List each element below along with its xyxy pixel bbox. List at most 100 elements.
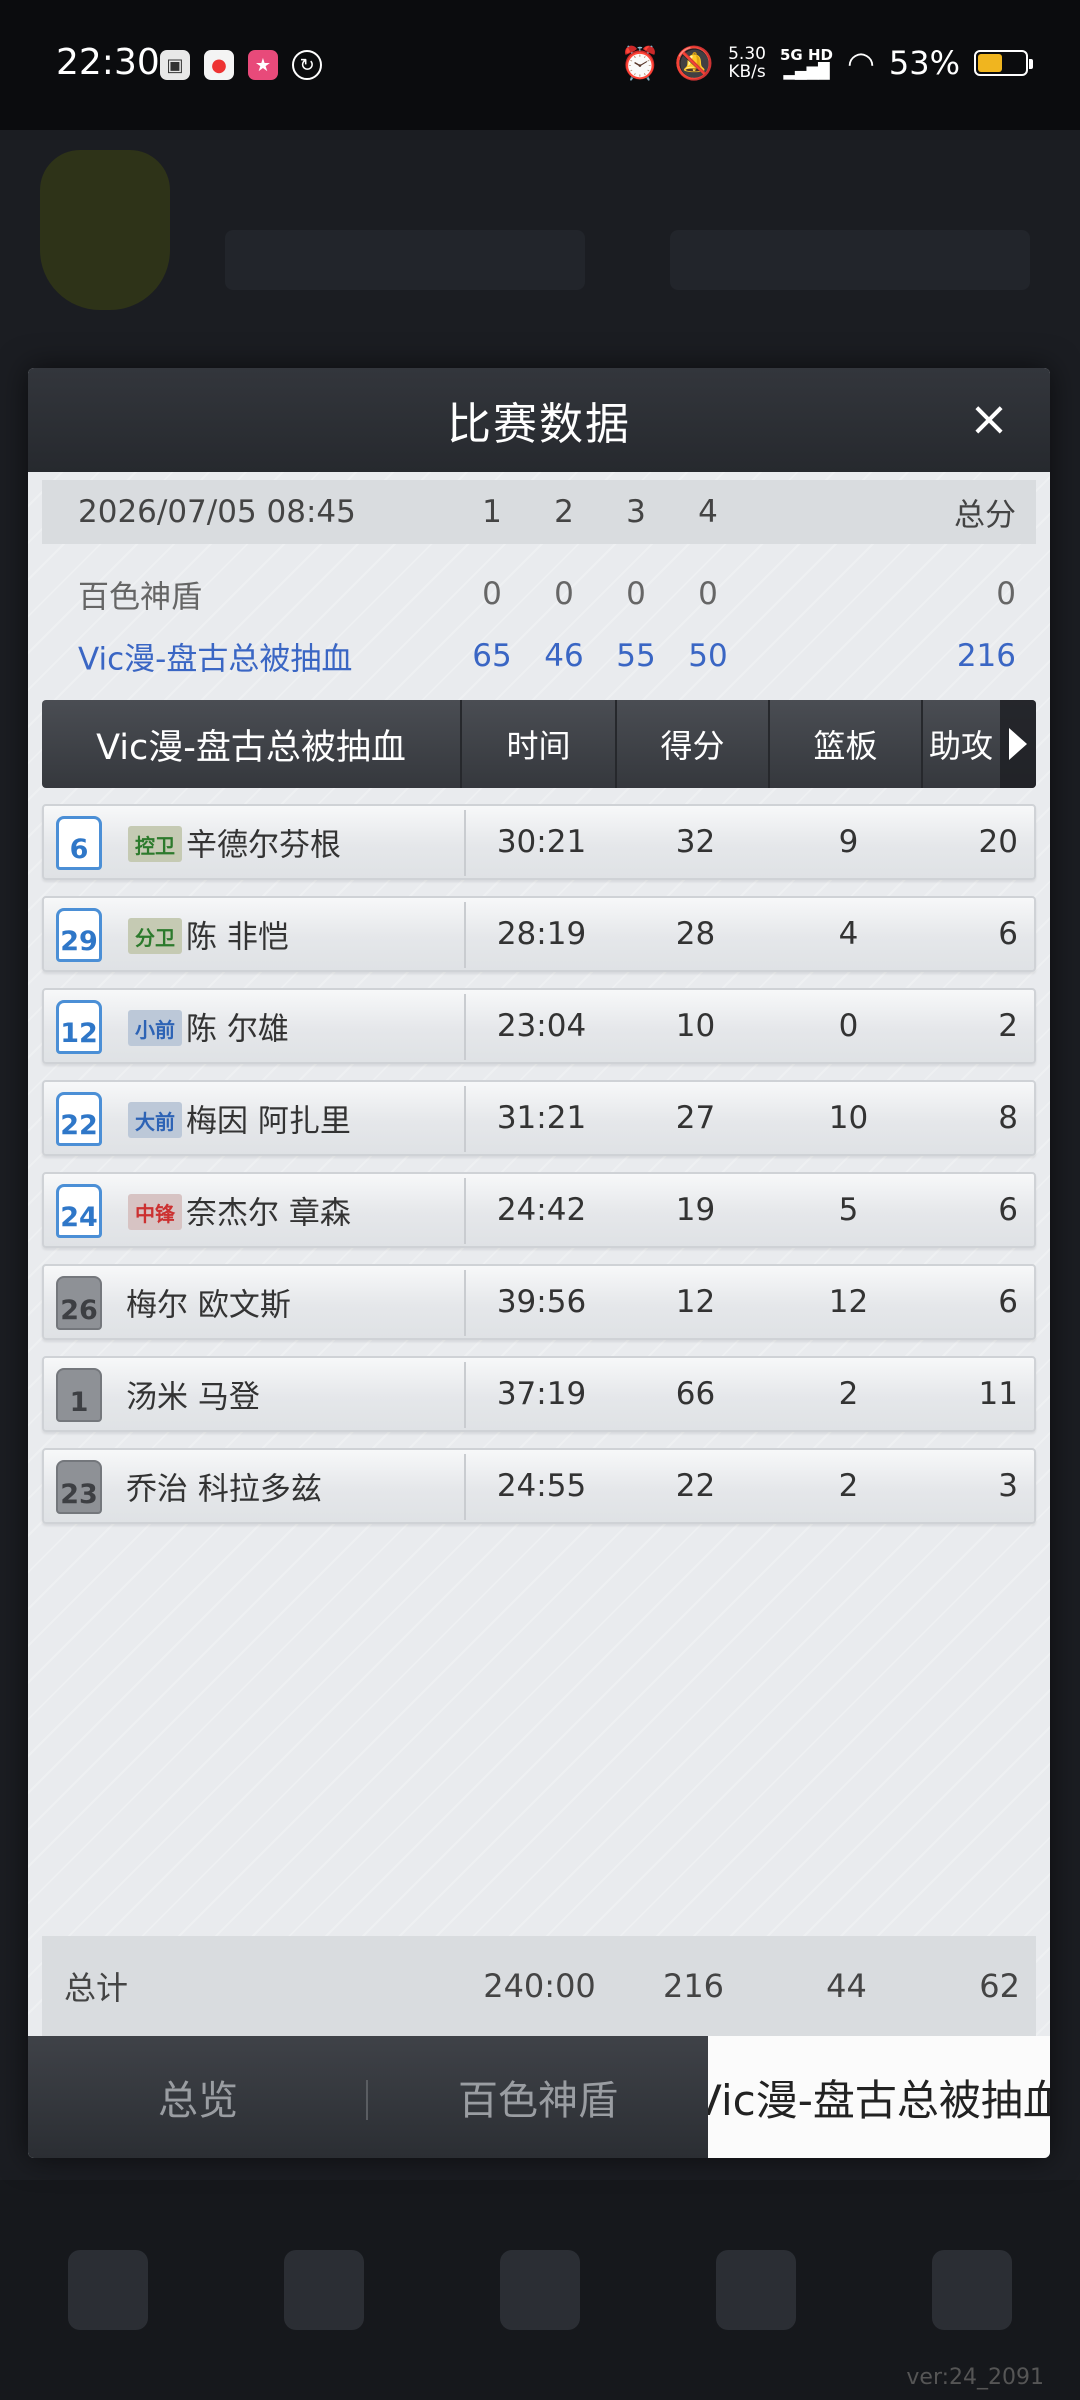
position-badge: 中锋 xyxy=(128,1194,182,1230)
player-points: 22 xyxy=(675,1468,716,1504)
player-row[interactable]: 24 中锋 奈杰尔 章森 24:42 19 5 6 xyxy=(42,1172,1036,1248)
player-rebounds: 9 xyxy=(838,824,859,860)
player-assists: 6 xyxy=(998,916,1018,952)
table-team-name: Vic漫-盘古总被抽血 xyxy=(42,700,462,788)
player-row[interactable]: 29 分卫陈 非恺 28:19 28 4 6 xyxy=(42,896,1036,972)
position-badge: 小前 xyxy=(128,1010,182,1046)
player-points: 19 xyxy=(675,1192,716,1228)
modal-title: 比赛数据 xyxy=(447,399,631,450)
modal-header: 比赛数据 × xyxy=(28,368,1050,472)
player-name: 梅尔 欧文斯 xyxy=(126,1287,291,1324)
player-time: 24:42 xyxy=(496,1192,587,1228)
jersey-icon: 29 xyxy=(56,908,102,962)
team-total: 0 xyxy=(996,576,1016,612)
scroll-right-icon[interactable] xyxy=(1000,700,1036,788)
player-name: 乔治 科拉多兹 xyxy=(126,1471,322,1508)
position-badge: 分卫 xyxy=(128,918,182,954)
totals-assists: 62 xyxy=(979,1967,1020,2005)
player-name: 陈 非恺 xyxy=(186,919,289,956)
player-row[interactable]: 23 乔治 科拉多兹 24:55 22 2 3 xyxy=(42,1448,1036,1524)
player-rebounds: 2 xyxy=(838,1468,859,1504)
player-list: 6 控卫 辛德尔芬根 30:21 32 9 20 29 分卫陈 非恺 28:19 28 4 6 12 小前陈… xyxy=(42,804,1036,1540)
tab-away-team[interactable]: Vic漫-盘古总被抽血 xyxy=(708,2036,1050,2158)
player-row[interactable]: 12 小前陈 尔雄 23:04 10 0 2 xyxy=(42,988,1036,1064)
player-rebounds: 4 xyxy=(838,916,859,952)
quarter-label: 2 xyxy=(554,494,574,530)
column-rebounds[interactable]: 篮板 xyxy=(770,700,923,788)
totals-row: 总计 240:00 216 44 62 xyxy=(42,1936,1036,2036)
quarter-score: 55 xyxy=(616,638,656,674)
totals-label: 总计 xyxy=(64,1969,129,2007)
player-rebounds: 12 xyxy=(828,1284,869,1320)
match-stats-modal: 比赛数据 × 2026/07/05 08:45 1 2 3 4 总分 百色神盾 … xyxy=(28,368,1050,2158)
team-logo xyxy=(40,150,170,310)
player-points: 32 xyxy=(675,824,716,860)
player-table-header: Vic漫-盘古总被抽血 时间 得分 篮板 助攻 xyxy=(42,700,1036,788)
total-label: 总分 xyxy=(954,497,1016,534)
battery-percent: 53% xyxy=(888,44,960,82)
score-row-home: 百色神盾 0 0 0 0 0 xyxy=(42,564,1036,624)
position-badge: 控卫 xyxy=(128,826,182,862)
player-time: 23:04 xyxy=(496,1008,587,1044)
player-time: 31:21 xyxy=(496,1100,587,1136)
quarter-score: 0 xyxy=(626,576,646,612)
match-date: 2026/07/05 08:45 xyxy=(78,494,356,530)
app-notification-icon: ▣ xyxy=(160,50,190,80)
jersey-icon: 12 xyxy=(56,1000,102,1054)
signal-icon: 5G HD ▂▄▆█ xyxy=(779,46,833,80)
battery-level xyxy=(978,54,1003,72)
player-row[interactable]: 22 大前 梅因 阿扎里 31:21 27 10 8 xyxy=(42,1080,1036,1156)
jersey-icon: 22 xyxy=(56,1092,102,1146)
status-bar: 22:30 ▣ ● ★ ↻ ⏰ 🔕 5.30 KB/s 5G HD ▂▄▆█ ◠… xyxy=(0,0,1080,130)
player-points: 28 xyxy=(675,916,716,952)
tab-overview[interactable]: 总览 xyxy=(28,2036,368,2158)
player-assists: 11 xyxy=(978,1376,1018,1412)
player-time: 30:21 xyxy=(496,824,587,860)
player-rebounds: 2 xyxy=(838,1376,859,1412)
totals-rebounds: 44 xyxy=(826,1967,867,2005)
player-row[interactable]: 6 控卫 辛德尔芬根 30:21 32 9 20 xyxy=(42,804,1036,880)
player-row[interactable]: 26 梅尔 欧文斯 39:56 12 12 6 xyxy=(42,1264,1036,1340)
status-time: 22:30 xyxy=(56,42,160,83)
jersey-icon: 26 xyxy=(56,1276,102,1330)
player-assists: 8 xyxy=(998,1100,1018,1136)
team-tabs: 总览 百色神盾 Vic漫-盘古总被抽血 xyxy=(28,2036,1050,2158)
battery-icon xyxy=(974,50,1033,76)
coin-bar xyxy=(225,230,585,290)
player-name: 奈杰尔 章森 xyxy=(186,1195,351,1232)
score-header: 2026/07/05 08:45 1 2 3 4 总分 xyxy=(42,480,1036,544)
quarter-score: 0 xyxy=(698,576,718,612)
player-time: 24:55 xyxy=(496,1468,587,1504)
player-assists: 2 xyxy=(998,1008,1018,1044)
player-row[interactable]: 1 汤米 马登 37:19 66 2 11 xyxy=(42,1356,1036,1432)
player-assists: 3 xyxy=(998,1468,1018,1504)
team-name: 百色神盾 xyxy=(78,579,202,616)
player-name: 梅因 阿扎里 xyxy=(186,1103,351,1140)
player-assists: 6 xyxy=(998,1284,1018,1320)
player-name: 汤米 马登 xyxy=(126,1379,260,1416)
system-icons: ⏰ 🔕 5.30 KB/s 5G HD ▂▄▆█ ◠ 53% xyxy=(620,44,1033,82)
column-time[interactable]: 时间 xyxy=(462,700,617,788)
totals-time: 240:00 xyxy=(483,1967,596,2005)
player-rebounds: 5 xyxy=(838,1192,859,1228)
team-total: 216 xyxy=(956,638,1016,674)
player-time: 39:56 xyxy=(496,1284,587,1320)
quarter-score: 0 xyxy=(482,576,502,612)
player-name: 辛德尔芬根 xyxy=(186,827,341,864)
tab-home-team[interactable]: 百色神盾 xyxy=(368,2036,708,2158)
sync-icon: ↻ xyxy=(292,50,322,80)
quarter-label: 4 xyxy=(698,494,718,530)
column-points[interactable]: 得分 xyxy=(617,700,770,788)
player-rebounds: 0 xyxy=(838,1008,859,1044)
totals-points: 216 xyxy=(662,1967,725,2005)
player-time: 37:19 xyxy=(496,1376,587,1412)
mute-icon: 🔕 xyxy=(674,44,715,82)
player-points: 66 xyxy=(675,1376,716,1412)
jersey-icon: 6 xyxy=(56,816,102,870)
quarter-score: 50 xyxy=(688,638,728,674)
diamond-bar xyxy=(670,230,1030,290)
player-assists: 20 xyxy=(978,824,1018,860)
close-button[interactable]: × xyxy=(964,394,1014,444)
quarter-score: 46 xyxy=(544,638,584,674)
score-row-away: Vic漫-盘古总被抽血 65 46 55 50 216 xyxy=(42,626,1036,686)
